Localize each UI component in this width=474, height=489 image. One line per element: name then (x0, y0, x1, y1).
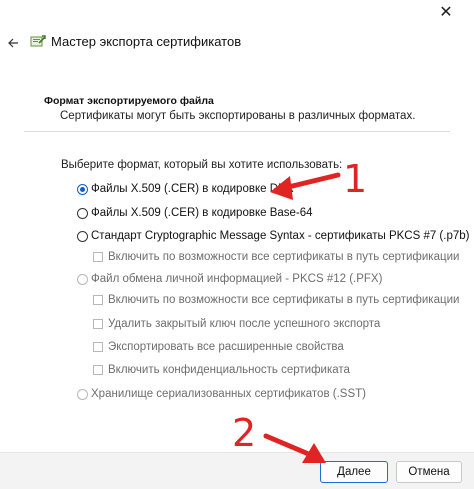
annotation-arrow-2 (263, 433, 326, 463)
